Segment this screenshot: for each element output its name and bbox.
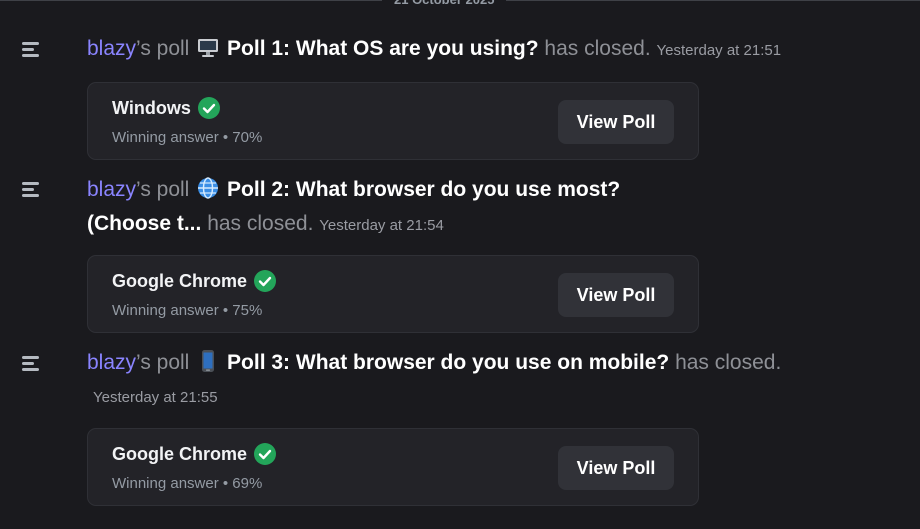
timestamp[interactable]: Yesterday at 21:55 xyxy=(93,389,218,406)
author-name[interactable]: blazy xyxy=(87,178,136,201)
author-name[interactable]: blazy xyxy=(87,351,136,374)
poll-question-continued: (Choose t... xyxy=(87,212,202,235)
winning-answer: Windows xyxy=(112,97,220,119)
poll-label: ’s poll xyxy=(136,37,190,60)
closed-text: has closed. xyxy=(544,37,651,60)
globe-icon xyxy=(198,177,219,199)
winning-answer-percent: Winning answer • 70% xyxy=(112,129,263,146)
desktop-computer-icon xyxy=(198,39,219,57)
answer-label: Windows xyxy=(112,97,191,118)
winning-answer: Google Chrome xyxy=(112,270,277,292)
winning-answer: Google Chrome xyxy=(112,443,277,465)
poll-label: ’s poll xyxy=(136,178,190,201)
answer-label: Google Chrome xyxy=(112,270,248,291)
poll-result-card: Google Chrome Winning answer • 75% View … xyxy=(87,255,699,333)
closed-text: has closed. xyxy=(207,212,314,235)
date-divider-label: 21 October 2025 xyxy=(382,0,507,9)
answer-label: Google Chrome xyxy=(112,443,248,464)
poll-result-card: Windows Winning answer • 70% View Poll xyxy=(87,82,699,160)
timestamp[interactable]: Yesterday at 21:54 xyxy=(319,217,444,234)
poll-question: Poll 3: What browser do you use on mobil… xyxy=(227,351,670,374)
poll-label: ’s poll xyxy=(136,351,190,374)
author-name[interactable]: blazy xyxy=(87,37,136,60)
closed-text: has closed. xyxy=(675,351,782,374)
winning-answer-percent: Winning answer • 69% xyxy=(112,475,263,492)
poll-header: blazy’s poll Poll 2: What browser do you… xyxy=(87,173,807,243)
poll-question: Poll 2: What browser do you use most? xyxy=(227,178,621,201)
view-poll-button[interactable]: View Poll xyxy=(558,100,674,144)
poll-list-icon xyxy=(22,356,42,372)
poll-header: blazy’s poll Poll 1: What OS are you usi… xyxy=(87,32,807,68)
poll-list-icon xyxy=(22,42,42,58)
poll-header: blazy’s poll Poll 3: What browser do you… xyxy=(87,346,807,380)
checkmark-icon xyxy=(254,443,277,465)
checkmark-icon xyxy=(254,270,277,292)
poll-result-card: Google Chrome Winning answer • 69% View … xyxy=(87,428,699,506)
poll-list-icon xyxy=(22,182,42,198)
timestamp[interactable]: Yesterday at 21:51 xyxy=(657,42,782,59)
view-poll-button[interactable]: View Poll xyxy=(558,273,674,317)
checkmark-icon xyxy=(197,97,220,119)
view-poll-button[interactable]: View Poll xyxy=(558,446,674,490)
mobile-phone-icon xyxy=(202,350,215,372)
winning-answer-percent: Winning answer • 75% xyxy=(112,302,263,319)
poll-question: Poll 1: What OS are you using? xyxy=(227,37,539,60)
